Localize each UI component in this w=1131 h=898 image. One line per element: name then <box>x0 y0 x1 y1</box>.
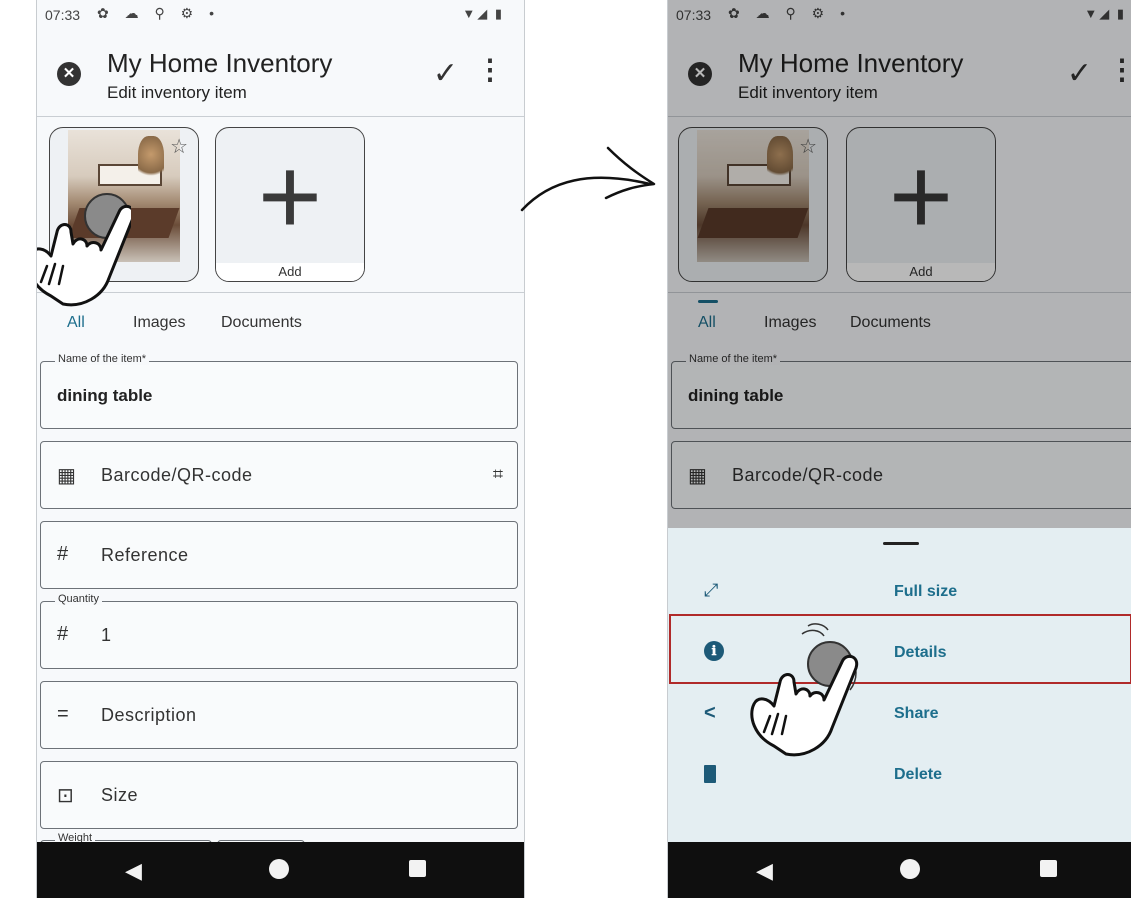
menu-item-label: Delete <box>894 766 943 783</box>
reference-field[interactable]: # Reference <box>40 521 518 589</box>
description-field[interactable]: = Description <box>40 681 518 749</box>
description-icon: = <box>57 703 69 725</box>
sheet-drag-handle[interactable] <box>883 542 919 545</box>
phone-screen-edit-item: 07:33 ✿ ☁ ⚲ ⚙ • ▼◢ ▮ ✕ My Home Inventory… <box>36 0 525 898</box>
share-icon: < <box>704 702 716 724</box>
quantity-value: 1 <box>101 625 112 645</box>
reference-placeholder: Reference <box>101 545 189 565</box>
status-bar: 07:33 ✿ ☁ ⚲ ⚙ • ▼◢ ▮ <box>37 0 524 30</box>
quantity-field[interactable]: Quantity # 1 <box>40 593 518 669</box>
add-image-button[interactable]: + Add <box>215 127 365 282</box>
hash-icon: # <box>57 623 69 645</box>
barcode-field[interactable]: ▦ Barcode/QR-code ⌗ <box>40 441 518 509</box>
home-icon[interactable] <box>900 859 920 879</box>
qr-scan-icon[interactable]: ⌗ <box>493 464 503 485</box>
barcode-icon: ▦ <box>57 465 76 487</box>
size-placeholder: Size <box>101 785 139 805</box>
screen-subtitle: Edit inventory item <box>107 83 247 102</box>
barcode-placeholder: Barcode/QR-code <box>101 465 253 485</box>
check-icon[interactable]: ✓ <box>433 56 458 91</box>
recents-icon[interactable] <box>409 860 426 877</box>
status-time: 07:33 <box>45 7 81 23</box>
add-label: Add <box>216 263 364 281</box>
transition-arrow-icon <box>520 146 656 212</box>
tap-gesture-hand-icon <box>750 623 859 757</box>
tap-gesture-hand-icon <box>37 193 131 307</box>
back-icon[interactable]: ◀ <box>125 858 142 884</box>
star-icon[interactable]: ☆ <box>170 134 188 159</box>
system-nav-bar: ◀ <box>37 842 524 898</box>
name-field-label: Name of the item* <box>55 353 150 365</box>
phone-screen-image-menu: 07:33 ✿ ☁ ⚲ ⚙ • ▼◢ ▮ ✕ My Home Inventory… <box>667 0 1131 898</box>
system-nav-bar: ◀ <box>668 842 1131 898</box>
notification-icons: ✿ ☁ ⚲ ⚙ • <box>97 5 220 21</box>
menu-item-full-size[interactable]: ⤢ Full size <box>668 562 1131 622</box>
tab-documents[interactable]: Documents <box>221 314 302 332</box>
tab-all[interactable]: All <box>67 314 85 332</box>
back-icon[interactable]: ◀ <box>756 858 773 884</box>
menu-item-label: Full size <box>894 583 958 600</box>
name-field[interactable]: Name of the item* dining table <box>40 353 518 429</box>
home-icon[interactable] <box>269 859 289 879</box>
name-field-value: dining table <box>57 386 153 405</box>
quantity-label: Quantity <box>55 593 102 605</box>
description-placeholder: Description <box>101 705 197 725</box>
close-icon[interactable]: ✕ <box>57 62 81 86</box>
plus-icon: + <box>257 135 323 258</box>
trash-icon <box>704 765 716 783</box>
size-field[interactable]: ⊡ Size <box>40 761 518 829</box>
signal-battery-icons: ▼◢ ▮ <box>462 6 504 21</box>
fullscreen-icon: ⤢ <box>704 580 719 600</box>
size-icon: ⊡ <box>57 785 74 807</box>
menu-item-label: Share <box>894 705 939 722</box>
hash-icon: # <box>57 543 69 565</box>
recents-icon[interactable] <box>1040 860 1057 877</box>
more-vert-icon[interactable]: ⋮ <box>476 56 504 84</box>
tab-images[interactable]: Images <box>133 314 185 332</box>
app-title: My Home Inventory <box>107 48 333 78</box>
app-bar: ✕ My Home Inventory Edit inventory item … <box>37 30 524 117</box>
